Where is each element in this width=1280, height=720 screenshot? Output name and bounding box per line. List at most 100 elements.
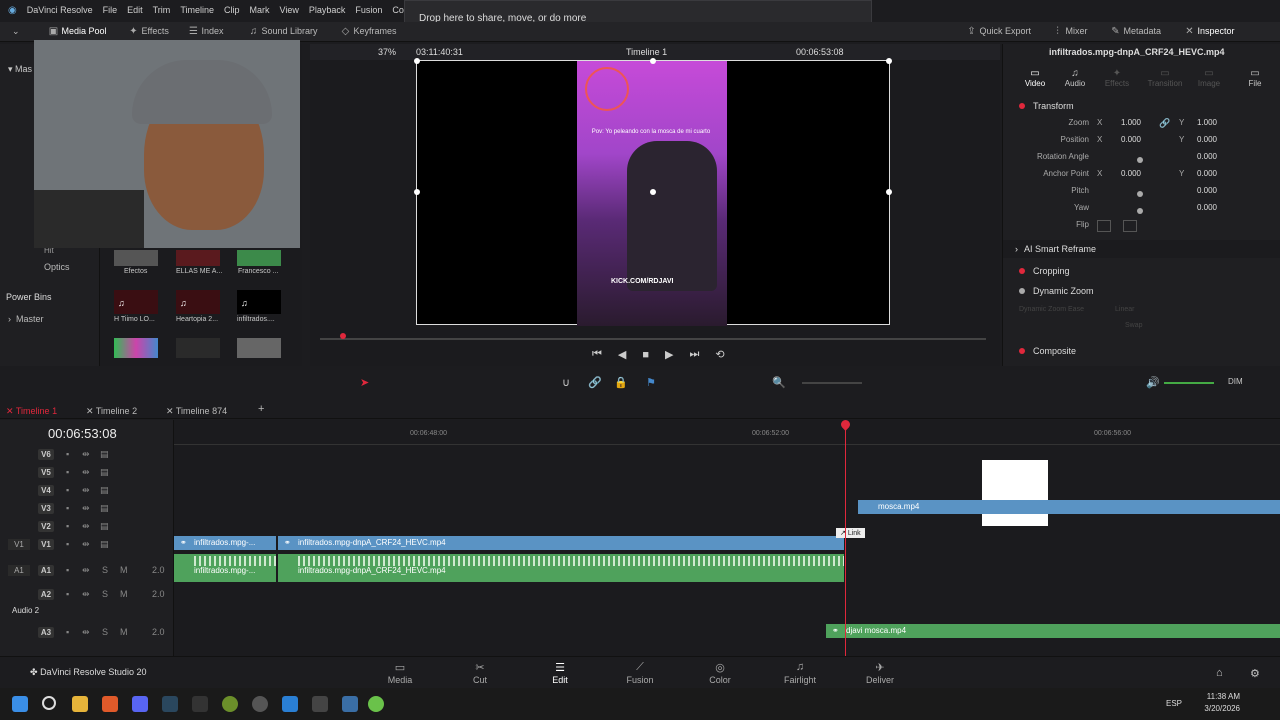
auto-select-icon[interactable]: ⇹ <box>82 565 90 576</box>
pitch-slider[interactable] <box>1137 191 1143 197</box>
position-y-value[interactable]: 0.000 <box>1175 135 1217 144</box>
thumb-image[interactable] <box>114 338 158 358</box>
thumb-image[interactable]: ♫ <box>237 290 281 314</box>
clip-a3-mosca[interactable]: ⚭ djavi mosca.mp4 <box>826 624 1280 638</box>
home-icon[interactable]: ⌂ <box>1216 667 1223 679</box>
thumb-image[interactable] <box>176 250 220 266</box>
track-toggle-icon[interactable]: ▤ <box>100 539 109 550</box>
language-indicator[interactable]: ESP <box>1166 699 1182 708</box>
stop-icon[interactable]: ■ <box>642 349 649 361</box>
auto-select-icon[interactable]: ⇹ <box>82 521 90 532</box>
page-media[interactable]: ▭ Media <box>370 661 430 685</box>
zoom-icon[interactable]: 🔍 <box>772 376 786 389</box>
thumb-image[interactable] <box>237 338 281 358</box>
mixer-button[interactable]: ⫶ Mixer <box>1052 26 1087 37</box>
snapping-icon[interactable]: ∪ <box>562 376 570 389</box>
lock-icon[interactable]: ▪ <box>66 449 69 459</box>
clock-date[interactable]: 3/20/2026 <box>1200 704 1240 713</box>
clip-v1-a[interactable]: ⚭ infiltrados.mpg-... <box>174 536 276 550</box>
auto-select-icon[interactable]: ⇹ <box>82 485 90 496</box>
obs-icon[interactable] <box>252 696 268 712</box>
menu-trim[interactable]: Trim <box>153 5 171 15</box>
skip-end-icon[interactable]: ⏭ <box>690 348 700 361</box>
media-pool-button[interactable]: ▣ Media Pool <box>48 26 107 37</box>
volume-slider[interactable] <box>1164 382 1214 384</box>
sound-library-button[interactable]: ♫ Sound Library <box>248 26 318 37</box>
mute-button[interactable]: M <box>120 589 128 599</box>
lock-icon[interactable]: ▪ <box>66 589 69 599</box>
transform-section[interactable]: Transform <box>1003 97 1280 115</box>
flag-icon[interactable]: ⚑ <box>646 376 656 389</box>
solo-button[interactable]: S <box>102 627 108 637</box>
panel-toggle-icon[interactable]: ⌄ <box>12 26 20 37</box>
thumb-image[interactable] <box>176 338 220 358</box>
tab-video[interactable]: ▭ Video <box>1021 68 1049 88</box>
transform-handle[interactable] <box>650 189 656 195</box>
metadata-button[interactable]: ✎ Metadata <box>1110 26 1161 37</box>
loop-icon[interactable]: ⟲ <box>715 348 724 361</box>
lock-icon[interactable]: ▪ <box>66 467 69 477</box>
settings-gear-icon[interactable]: ⚙ <box>1250 667 1260 680</box>
auto-select-icon[interactable]: ⇹ <box>82 503 90 514</box>
menu-playback[interactable]: Playback <box>309 5 346 15</box>
menu-file[interactable]: File <box>103 5 118 15</box>
speaker-icon[interactable]: 🔊 <box>1146 376 1160 389</box>
auto-select-icon[interactable]: ⇹ <box>82 467 90 478</box>
linked-selection-icon[interactable]: 🔗 <box>588 376 602 389</box>
xbox-icon[interactable] <box>222 696 238 712</box>
master-bin[interactable]: ▾ Mas <box>8 64 32 75</box>
track-toggle-icon[interactable]: ▤ <box>100 503 109 514</box>
clip-v1-b[interactable]: ⚭ infiltrados.mpg-dnpA_CRF24_HEVC.mp4 <box>278 536 844 550</box>
optics-bin[interactable]: Optics <box>44 262 70 272</box>
transform-handle[interactable] <box>414 189 420 195</box>
track-toggle-icon[interactable]: ▤ <box>100 521 109 532</box>
steam-icon[interactable] <box>162 696 178 712</box>
brave-browser-icon[interactable] <box>102 696 118 712</box>
thumb-image[interactable] <box>114 250 158 266</box>
lock-icon[interactable]: ▪ <box>66 503 69 513</box>
thumb-image[interactable] <box>237 250 281 266</box>
search-icon[interactable] <box>42 696 56 710</box>
menu-mark[interactable]: Mark <box>250 5 270 15</box>
anchor-x-value[interactable]: 0.000 <box>1099 169 1141 178</box>
file-explorer-icon[interactable] <box>72 696 88 712</box>
app-icon[interactable] <box>342 696 358 712</box>
ai-smart-reframe-section[interactable]: › AI Smart Reframe <box>1003 240 1280 258</box>
clip-a1-a[interactable]: infiltrados.mpg-... <box>174 554 276 582</box>
capcut-icon[interactable] <box>312 696 328 712</box>
transform-handle[interactable] <box>650 58 656 64</box>
pitch-value[interactable]: 0.000 <box>1175 186 1217 195</box>
auto-select-icon[interactable]: ⇹ <box>82 539 90 550</box>
auto-select-icon[interactable]: ⇹ <box>82 589 90 600</box>
tab-image[interactable]: ▭ Image <box>1195 68 1223 88</box>
clock-time[interactable]: 11:38 AM <box>1206 692 1240 701</box>
flip-horizontal-icon[interactable] <box>1097 220 1111 232</box>
source-patch[interactable]: V1 <box>8 539 30 550</box>
selection-tool-icon[interactable]: ➤ <box>360 376 369 389</box>
position-x-value[interactable]: 0.000 <box>1099 135 1141 144</box>
mute-button[interactable]: M <box>120 627 128 637</box>
solo-button[interactable]: S <box>102 589 108 599</box>
skip-start-icon[interactable]: ⏮ <box>592 348 602 361</box>
menu-view[interactable]: View <box>280 5 299 15</box>
transform-handle[interactable] <box>886 189 892 195</box>
epic-games-icon[interactable] <box>192 696 208 712</box>
tab-timeline-874[interactable]: ✕ Timeline 874 <box>166 406 227 417</box>
track-toggle-icon[interactable]: ▤ <box>100 467 109 478</box>
inspector-button[interactable]: ✕ Inspector <box>1184 26 1234 37</box>
playhead-line[interactable] <box>845 424 846 656</box>
auto-select-icon[interactable]: ⇹ <box>82 449 90 460</box>
tab-file[interactable]: ▭ File <box>1241 68 1269 88</box>
dz-ease-select[interactable]: Linear <box>1115 306 1134 313</box>
playhead-marker[interactable] <box>340 333 346 339</box>
source-patch[interactable]: A1 <box>8 565 30 576</box>
composite-section[interactable]: Composite <box>1003 342 1280 360</box>
yaw-value[interactable]: 0.000 <box>1175 203 1217 212</box>
power-bin-master[interactable]: › Master <box>8 314 44 324</box>
page-edit[interactable]: ☰ Edit <box>510 661 610 691</box>
discord-icon[interactable] <box>132 696 148 712</box>
page-deliver[interactable]: ✈ Deliver <box>850 661 910 685</box>
anchor-y-value[interactable]: 0.000 <box>1175 169 1217 178</box>
playhead-head[interactable] <box>839 418 852 431</box>
swap-button[interactable]: Swap <box>1125 322 1143 329</box>
